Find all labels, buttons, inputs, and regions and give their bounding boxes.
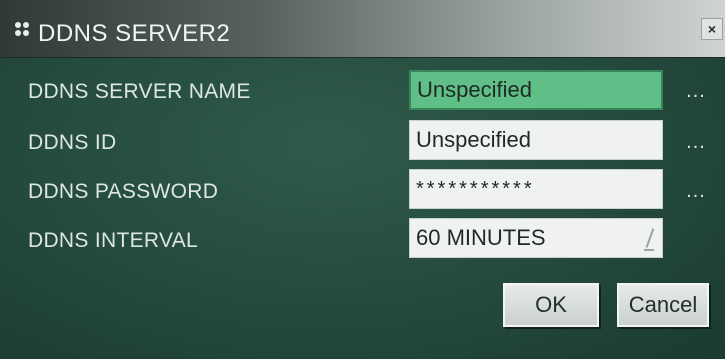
app-grid-icon: [15, 22, 33, 40]
ddns-id-label: DDNS ID: [28, 131, 117, 154]
ddns-password-field[interactable]: ***********: [409, 169, 663, 209]
title-bar: DDNS SERVER2 ×: [0, 0, 725, 58]
ddns-server-name-field[interactable]: Unspecified: [409, 70, 663, 110]
spinner-icon[interactable]: [644, 225, 656, 251]
ddns-interval-label: DDNS INTERVAL: [28, 229, 198, 252]
ddns-server-dialog: DDNS SERVER2 × DDNS SERVER NAME Unspecif…: [0, 0, 725, 359]
ddns-server-name-more-button[interactable]: ...: [683, 80, 709, 103]
ok-button[interactable]: OK: [503, 283, 599, 327]
dialog-title: DDNS SERVER2: [38, 20, 231, 47]
ddns-interval-select[interactable]: 60 MINUTES: [409, 218, 663, 258]
cancel-button[interactable]: Cancel: [617, 283, 709, 327]
ddns-server-name-label: DDNS SERVER NAME: [28, 80, 251, 103]
ddns-id-more-button[interactable]: ...: [683, 131, 709, 154]
ddns-interval-value: 60 MINUTES: [416, 225, 546, 250]
ddns-password-label: DDNS PASSWORD: [28, 180, 219, 203]
ddns-password-more-button[interactable]: ...: [683, 180, 709, 203]
ddns-id-field[interactable]: Unspecified: [409, 120, 663, 160]
close-icon[interactable]: ×: [701, 18, 723, 40]
